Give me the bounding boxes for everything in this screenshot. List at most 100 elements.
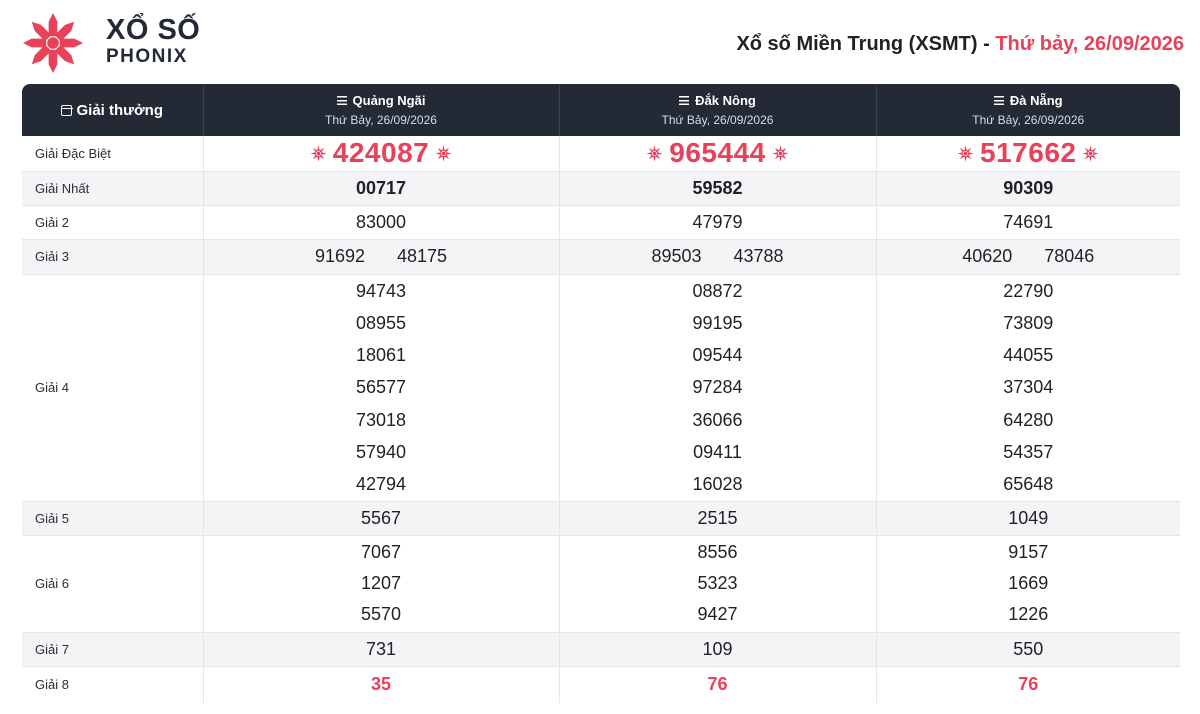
- prize-cell: 1049: [875, 501, 1180, 536]
- province-name-text: Đắk Nông: [695, 93, 756, 108]
- prize-number: 16028: [692, 474, 743, 495]
- prize-number: 1226: [1008, 604, 1049, 625]
- province-header-dak-nong: Đắk Nông Thứ Bảy, 26/09/2026: [558, 84, 876, 136]
- prize-number: 9157: [1008, 542, 1049, 563]
- province-name: Đắk Nông: [560, 93, 876, 108]
- prize-number: 08872: [692, 280, 743, 301]
- prize-column-header: Giải thưởng: [22, 84, 203, 136]
- prize-number: 99195: [692, 312, 743, 333]
- prize-number: 83000: [355, 211, 407, 232]
- prize-cell: 965444: [558, 136, 876, 172]
- prize-number: 424087: [332, 137, 430, 169]
- phonix-star-logo-icon[interactable]: [22, 12, 84, 74]
- prize-cell: 89503 43788: [558, 239, 876, 275]
- province-name-text: Quảng Ngãi: [352, 93, 426, 108]
- prize-label: Giải 5: [22, 501, 203, 536]
- star-burst-icon: [1082, 145, 1100, 162]
- star-burst-icon: [435, 145, 452, 162]
- prize-number: 64280: [1003, 409, 1054, 430]
- list-icon: [679, 96, 690, 105]
- prize-cell: 550: [875, 632, 1180, 667]
- site-header: XỔ SỐ PHONIX Xổ số Miền Trung (XSMT) - T…: [0, 0, 1200, 84]
- prize-cell: 94743 08955 18061 56577 73018 57940 42794: [202, 274, 559, 502]
- prize-number: 731: [365, 638, 397, 659]
- prize-cell: 76: [558, 666, 876, 704]
- results-table: Giải thưởng Quảng Ngãi Thứ Bảy, 26/09/20…: [22, 84, 1180, 704]
- prize-cell: 40620 78046: [875, 239, 1180, 275]
- prize-cell: 35: [202, 666, 559, 704]
- prize-row-g5: Giải 5 5567 2515 1049: [22, 501, 1180, 536]
- prize-row-g3: Giải 3 91692 48175 89503 43788 40620 78046: [22, 239, 1180, 275]
- page-title-main: Xổ số Miền Trung (XSMT) -: [736, 33, 996, 55]
- prize-number: 40620: [962, 246, 1013, 266]
- prize-number: 90309: [1003, 177, 1054, 198]
- prize-row-g8: Giải 8 35 76 76: [22, 666, 1180, 704]
- prize-number: 73018: [355, 409, 407, 430]
- prize-label: Giải 2: [22, 205, 203, 240]
- prize-cell: 7067 1207 5570: [202, 535, 559, 633]
- prize-number: 76: [1018, 674, 1039, 695]
- prize-number: 91692: [314, 246, 365, 266]
- page-title-date: Thứ bảy, 26/09/2026: [995, 33, 1184, 55]
- prize-table-body: Giải Đặc Biệt 424087 965444 517662 Giải Nhất…: [22, 136, 1180, 704]
- prize-number: 74691: [1003, 211, 1054, 232]
- province-header-quang-ngai: Quảng Ngãi Thứ Bảy, 26/09/2026: [202, 84, 559, 136]
- prize-number: 517662: [980, 137, 1077, 169]
- prize-number: 965444: [669, 137, 766, 169]
- prize-cell: 76: [875, 666, 1180, 704]
- prize-number: 94743: [355, 280, 407, 301]
- list-icon: [993, 96, 1004, 105]
- prize-number: 1207: [360, 573, 402, 594]
- province-date: Thứ Bảy, 26/09/2026: [661, 113, 774, 127]
- prize-label: Giải 3: [22, 239, 203, 275]
- prize-cell: 83000: [202, 205, 559, 240]
- prize-label: Giải 4: [22, 274, 203, 502]
- brand-name[interactable]: XỔ SỐ PHONIX: [106, 16, 200, 67]
- prize-number: 1669: [1008, 573, 1049, 594]
- prize-number: 1049: [1008, 507, 1049, 528]
- province-name-text: Đà Nẵng: [1009, 93, 1063, 108]
- prize-number: 54357: [1003, 441, 1054, 462]
- prize-row-g2: Giải 2 83000 47979 74691: [22, 205, 1180, 240]
- prize-row-db: Giải Đặc Biệt 424087 965444 517662: [22, 136, 1180, 172]
- prize-number: 76: [707, 674, 728, 695]
- prize-cell: 5567: [202, 501, 559, 536]
- prize-number: 00717: [355, 177, 407, 198]
- prize-cell: 9157 1669 1226: [875, 535, 1180, 633]
- prize-number: 08955: [355, 312, 407, 333]
- prize-cell: 8556 5323 9427: [558, 535, 876, 633]
- prize-number: 37304: [1003, 377, 1054, 398]
- prize-row-g4: Giải 4 94743 08955 18061 56577 73018 57940 4279…: [22, 274, 1180, 502]
- brand-line-2: PHONIX: [106, 46, 188, 67]
- calendar-icon: [60, 104, 73, 116]
- star-burst-icon: [310, 145, 327, 162]
- prize-row-nhat: Giải Nhất 00717 59582 90309: [22, 171, 1180, 206]
- prize-number: 550: [1013, 638, 1044, 659]
- table-header-row: Giải thưởng Quảng Ngãi Thứ Bảy, 26/09/20…: [22, 84, 1180, 136]
- prize-number: 78046: [1044, 246, 1095, 266]
- prize-cell: 00717: [202, 171, 559, 206]
- star-burst-icon: [772, 145, 789, 162]
- prize-number: 57940: [355, 441, 407, 462]
- prize-cell: 90309: [875, 171, 1180, 206]
- province-date: Thứ Bảy, 26/09/2026: [325, 113, 437, 127]
- star-burst-icon: [646, 145, 663, 162]
- prize-row-g7: Giải 7 731 109 550: [22, 632, 1180, 667]
- prize-label: Giải Nhất: [22, 171, 203, 206]
- prize-number: 47979: [692, 211, 743, 232]
- prize-number: 65648: [1003, 474, 1054, 495]
- prize-number: 5323: [697, 573, 738, 594]
- prize-number: 48175: [397, 246, 448, 266]
- list-icon: [336, 96, 347, 105]
- prize-number: 22790: [1003, 280, 1054, 301]
- prize-column-label: Giải thưởng: [76, 101, 164, 119]
- prize-number: 59582: [692, 177, 743, 198]
- star-burst-icon: [957, 145, 974, 162]
- prize-cell: 08872 99195 09544 97284 36066 09411 16028: [558, 274, 876, 502]
- prize-number: 18061: [355, 345, 407, 366]
- prize-cell: 109: [558, 632, 876, 667]
- prize-number: 5570: [360, 604, 402, 625]
- province-name: Quảng Ngãi: [204, 93, 559, 108]
- prize-cell: 74691: [875, 205, 1180, 240]
- prize-number: 97284: [692, 377, 743, 398]
